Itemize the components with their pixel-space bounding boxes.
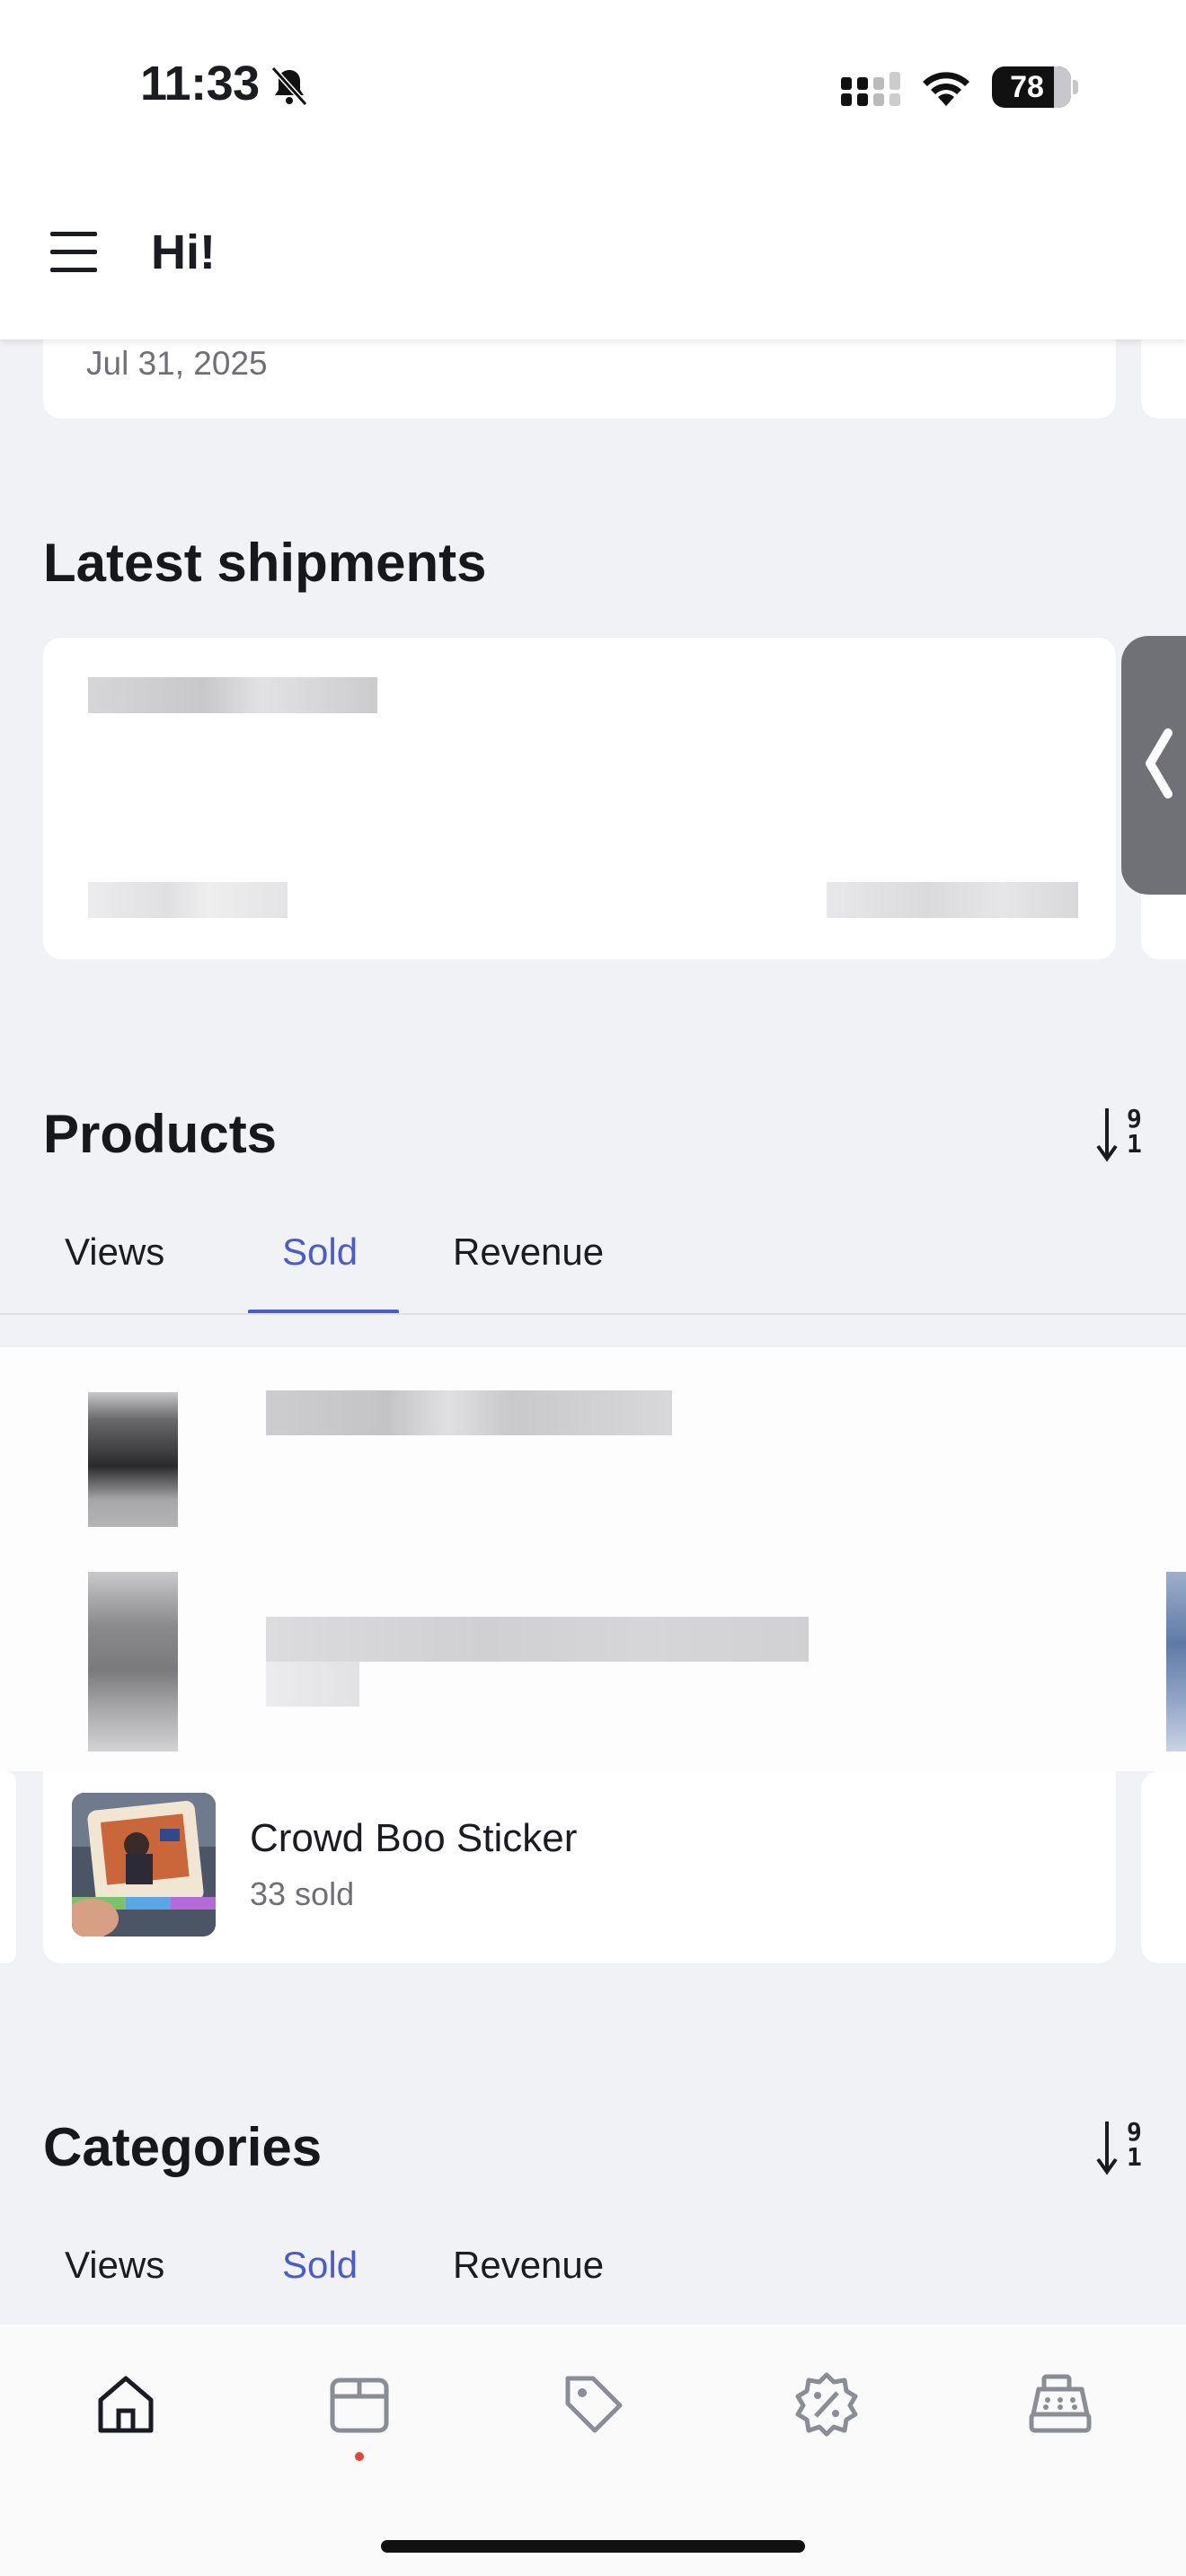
cellular-signal-icon xyxy=(841,72,900,106)
bottom-navigation xyxy=(0,2325,1186,2576)
categories-sort-icon[interactable]: 9 1 xyxy=(1096,2118,1150,2175)
next-card-edge xyxy=(1166,1572,1186,1751)
home-icon[interactable] xyxy=(90,2368,162,2439)
list-item[interactable] xyxy=(43,1572,1175,1751)
next-card-edge xyxy=(1141,1771,1186,1963)
home-indicator[interactable] xyxy=(381,2540,805,2553)
redacted-product-thumb xyxy=(88,1572,178,1751)
categories-tab-views[interactable]: Views xyxy=(65,2244,164,2287)
wifi-icon xyxy=(923,72,969,106)
redacted-shipment-date xyxy=(88,882,288,918)
list-item[interactable] xyxy=(43,1347,1175,1527)
chevron-left-icon xyxy=(1146,728,1173,798)
hamburger-menu-icon[interactable] xyxy=(50,230,101,277)
redacted-product-meta xyxy=(266,1662,359,1707)
battery-level: 78 xyxy=(1010,70,1044,104)
product-sold-count: 33 sold xyxy=(250,1875,355,1912)
summary-date: Jul 31, 2025 xyxy=(86,345,268,382)
register-icon[interactable] xyxy=(1024,2368,1096,2439)
products-sort-icon[interactable]: 9 1 xyxy=(1096,1105,1150,1162)
tag-icon[interactable] xyxy=(557,2368,629,2439)
product-image xyxy=(72,1793,216,1936)
redacted-product-thumb xyxy=(88,1392,178,1527)
redacted-shipment-status xyxy=(827,882,1078,918)
redacted-product-name xyxy=(266,1390,672,1435)
products-tab-views[interactable]: Views xyxy=(65,1231,164,1274)
redacted-shipment-name xyxy=(88,677,377,713)
product-name: Crowd Boo Sticker xyxy=(250,1816,578,1860)
prev-card-edge xyxy=(0,1771,16,1963)
products-tabs-divider xyxy=(0,1313,1186,1315)
status-time: 11:33 xyxy=(140,57,260,110)
bell-muted-icon xyxy=(270,66,308,107)
discount-icon[interactable] xyxy=(791,2368,863,2439)
box-icon[interactable] xyxy=(323,2368,395,2439)
categories-title: Categories xyxy=(43,2117,323,2177)
shipment-card[interactable] xyxy=(43,638,1116,959)
shipments-title: Latest shipments xyxy=(43,533,487,593)
battery-indicator: 78 xyxy=(992,66,1078,108)
categories-tab-sold[interactable]: Sold xyxy=(282,2244,358,2287)
notification-dot xyxy=(355,2452,364,2461)
app-header: Hi! xyxy=(0,171,1186,340)
side-panel-handle[interactable] xyxy=(1121,636,1186,895)
products-tab-revenue[interactable]: Revenue xyxy=(453,1231,604,1274)
redacted-product-name xyxy=(266,1617,809,1662)
products-title: Products xyxy=(43,1104,278,1164)
categories-tab-revenue[interactable]: Revenue xyxy=(453,2244,604,2287)
page-title: Hi! xyxy=(151,225,216,279)
status-bar: 11:33 78 xyxy=(0,0,1186,171)
products-tab-sold[interactable]: Sold xyxy=(282,1231,358,1274)
